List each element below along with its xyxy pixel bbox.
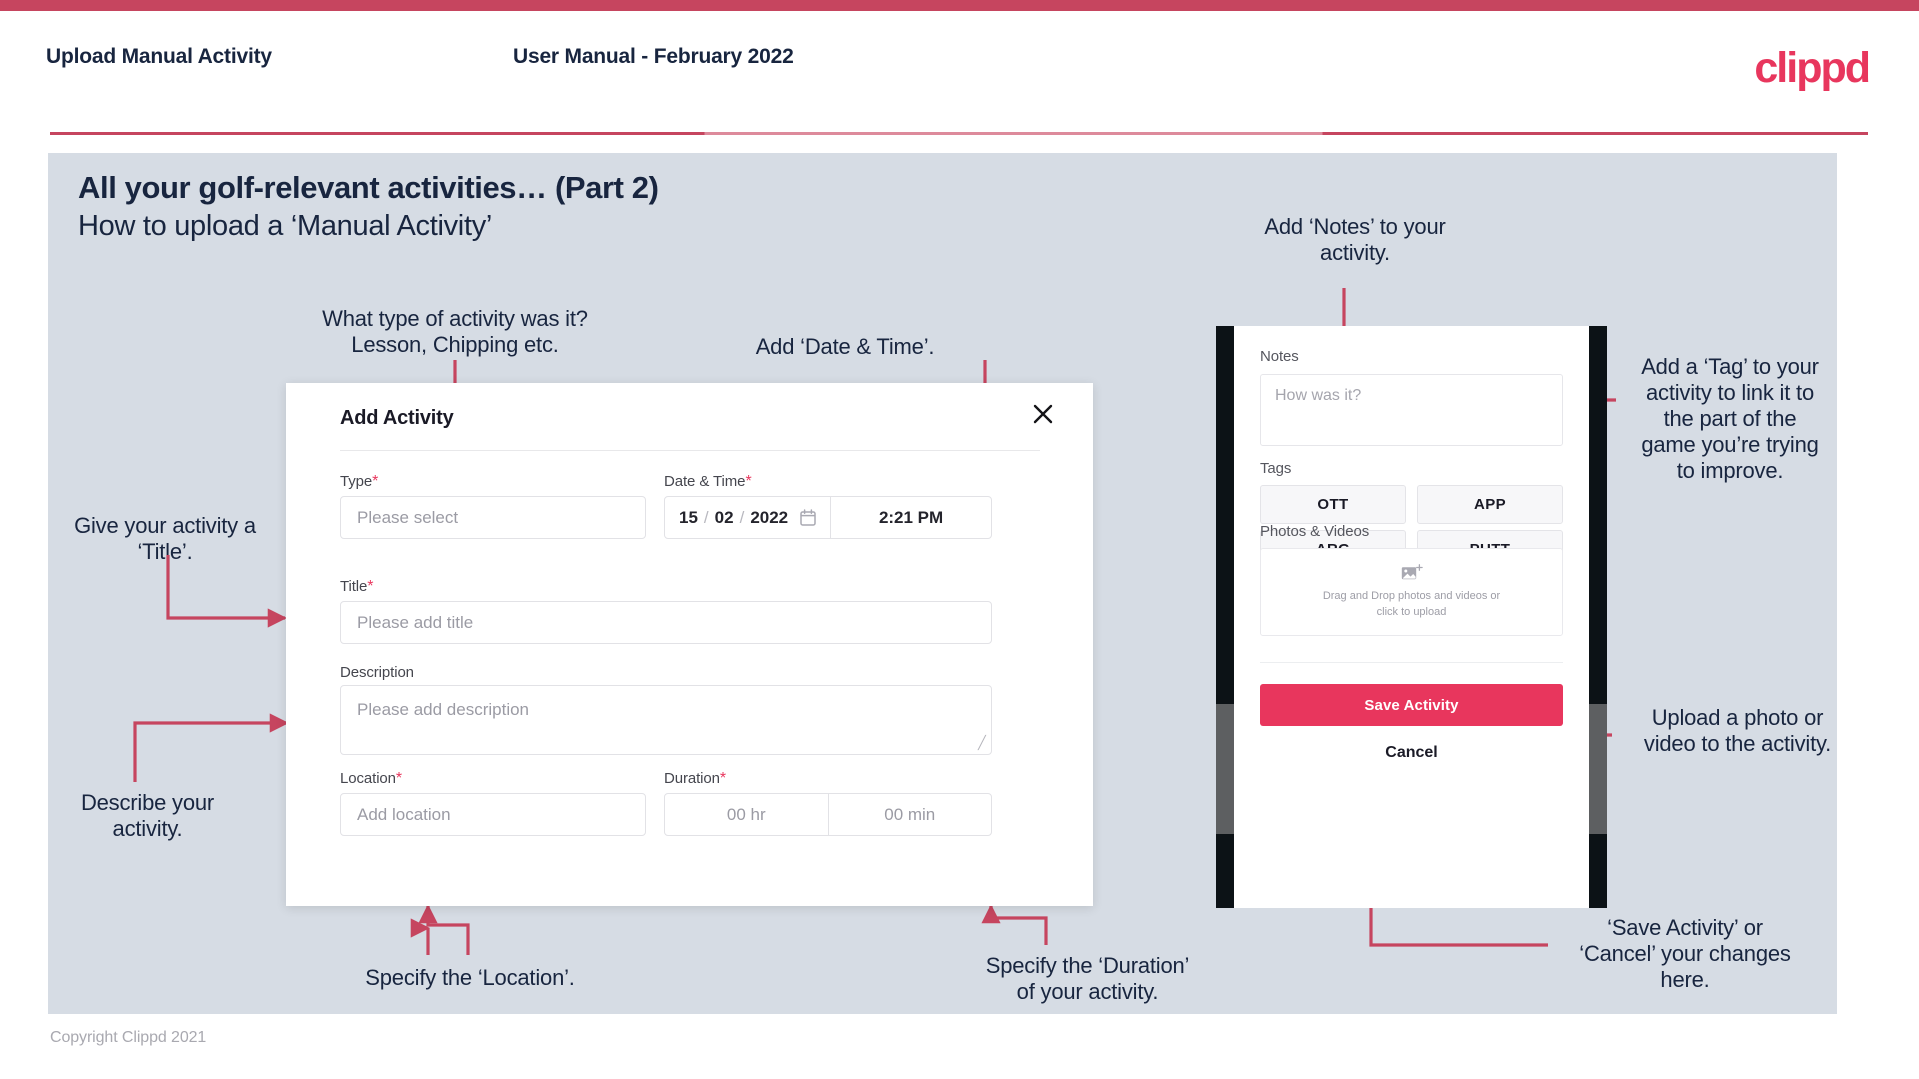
slide-page: Upload Manual Activity User Manual - Feb…: [0, 0, 1919, 1079]
datetime-field[interactable]: 15 / 02 / 2022 2:21 PM: [664, 496, 992, 539]
phone-side-button-right: [1589, 704, 1607, 834]
page-title: All your golf-relevant activities… (Part…: [78, 170, 659, 205]
page-subtitle: How to upload a ‘Manual Activity’: [78, 210, 493, 242]
description-label: Description: [340, 664, 414, 681]
annotation-save: ‘Save Activity’ or ‘Cancel’ your changes h…: [1579, 915, 1791, 992]
dialog-title: Add Activity: [340, 407, 454, 429]
annotation-location: Specify the ‘Location’.: [365, 965, 575, 990]
datetime-label-text: Date & Time: [664, 473, 746, 490]
tag-button-app[interactable]: APP: [1417, 485, 1563, 524]
mobile-notes-input[interactable]: How was it?: [1260, 374, 1563, 446]
dropzone-line-2: click to upload: [1376, 605, 1447, 618]
annotation-duration: Specify the ‘Duration’ of your activity.: [985, 953, 1190, 1004]
type-placeholder: Please select: [357, 507, 459, 527]
phone-screen: Notes How was it? Tags OTT APP ARG PUTT …: [1234, 326, 1589, 908]
mobile-photos-label: Photos & Videos: [1260, 523, 1369, 540]
duration-required-mark: *: [719, 770, 727, 787]
mobile-photos-label-text: Photos & Videos: [1260, 523, 1370, 540]
mobile-tags-label: Tags: [1260, 460, 1292, 477]
annotation-datetime: Add ‘Date & Time’.: [755, 334, 935, 359]
type-label: Type*: [340, 473, 378, 491]
title-label-text: Title: [340, 578, 368, 595]
title-placeholder: Please add title: [357, 612, 474, 632]
add-image-icon: [1401, 563, 1423, 579]
duration-label-text: Duration: [664, 770, 720, 787]
mobile-photo-dropzone[interactable]: Drag and Drop photos and videos or click…: [1260, 548, 1563, 636]
date-input[interactable]: 15 / 02 / 2022: [665, 497, 832, 538]
annotation-photos: Upload a photo or video to the activity.: [1643, 705, 1832, 756]
annotation-type: What type of activity was it? Lesson, Chi…: [322, 306, 588, 357]
location-input[interactable]: Add location: [340, 793, 646, 836]
duration-hours-input[interactable]: 00 hr: [665, 794, 828, 835]
date-day: 15: [679, 507, 698, 527]
close-icon[interactable]: [1026, 397, 1060, 431]
time-input[interactable]: 2:21 PM: [831, 497, 991, 538]
dropzone-line-1: Drag and Drop photos and videos or: [1322, 589, 1501, 602]
datetime-label: Date & Time*: [664, 473, 752, 491]
description-placeholder: Please add description: [357, 700, 530, 719]
datetime-required-mark: *: [745, 473, 752, 490]
top-accent-bar: [0, 0, 1919, 11]
duration-field[interactable]: 00 hr 00 min: [664, 793, 992, 836]
description-textarea[interactable]: Please add description: [340, 685, 992, 755]
save-activity-button[interactable]: Save Activity: [1260, 684, 1563, 726]
dialog-divider: [340, 450, 1040, 451]
location-required-mark: *: [395, 770, 403, 787]
page-header: Upload Manual Activity User Manual - Feb…: [0, 11, 1919, 135]
mobile-notes-placeholder: How was it?: [1275, 387, 1362, 404]
date-sep-2: /: [739, 507, 745, 527]
annotation-title: Give your activity a ‘Title’.: [74, 513, 256, 564]
annotation-notes: Add ‘Notes’ to your activity.: [1264, 214, 1446, 265]
tag-button-ott[interactable]: OTT: [1260, 485, 1406, 524]
location-placeholder: Add location: [357, 804, 451, 824]
phone-side-button-left: [1216, 704, 1234, 834]
mobile-divider: [1260, 662, 1563, 663]
add-activity-dialog: Add Activity Type* Please select Date & …: [286, 383, 1093, 906]
date-sep-1: /: [703, 507, 709, 527]
annotation-description: Describe your activity.: [80, 790, 215, 841]
title-input[interactable]: Please add title: [340, 601, 992, 644]
header-center-title: User Manual - February 2022: [513, 45, 794, 68]
title-required-mark: *: [367, 578, 374, 595]
duration-minutes-input[interactable]: 00 min: [827, 794, 992, 835]
annotation-tags: Add a ‘Tag’ to your activity to link it t…: [1641, 354, 1819, 483]
type-select[interactable]: Please select: [340, 496, 646, 539]
calendar-icon[interactable]: [800, 509, 816, 526]
copyright-text: Copyright Clippd 2021: [50, 1029, 207, 1046]
type-required-mark: *: [372, 473, 379, 490]
duration-label: Duration*: [664, 770, 726, 788]
date-month: 02: [714, 507, 734, 527]
date-year: 2022: [750, 507, 789, 527]
mobile-notes-label: Notes: [1260, 348, 1299, 365]
clippd-logo: clippd: [1754, 44, 1871, 92]
header-left-title: Upload Manual Activity: [46, 45, 272, 68]
title-label: Title*: [340, 578, 374, 596]
location-label-text: Location: [340, 770, 396, 787]
phone-mockup: Notes How was it? Tags OTT APP ARG PUTT …: [1216, 326, 1607, 908]
location-label: Location*: [340, 770, 402, 788]
header-divider: [50, 132, 1868, 135]
type-label-text: Type: [340, 473, 373, 490]
cancel-button[interactable]: Cancel: [1260, 738, 1563, 768]
mobile-dropzone-text: Drag and Drop photos and videos or click…: [1323, 589, 1500, 621]
